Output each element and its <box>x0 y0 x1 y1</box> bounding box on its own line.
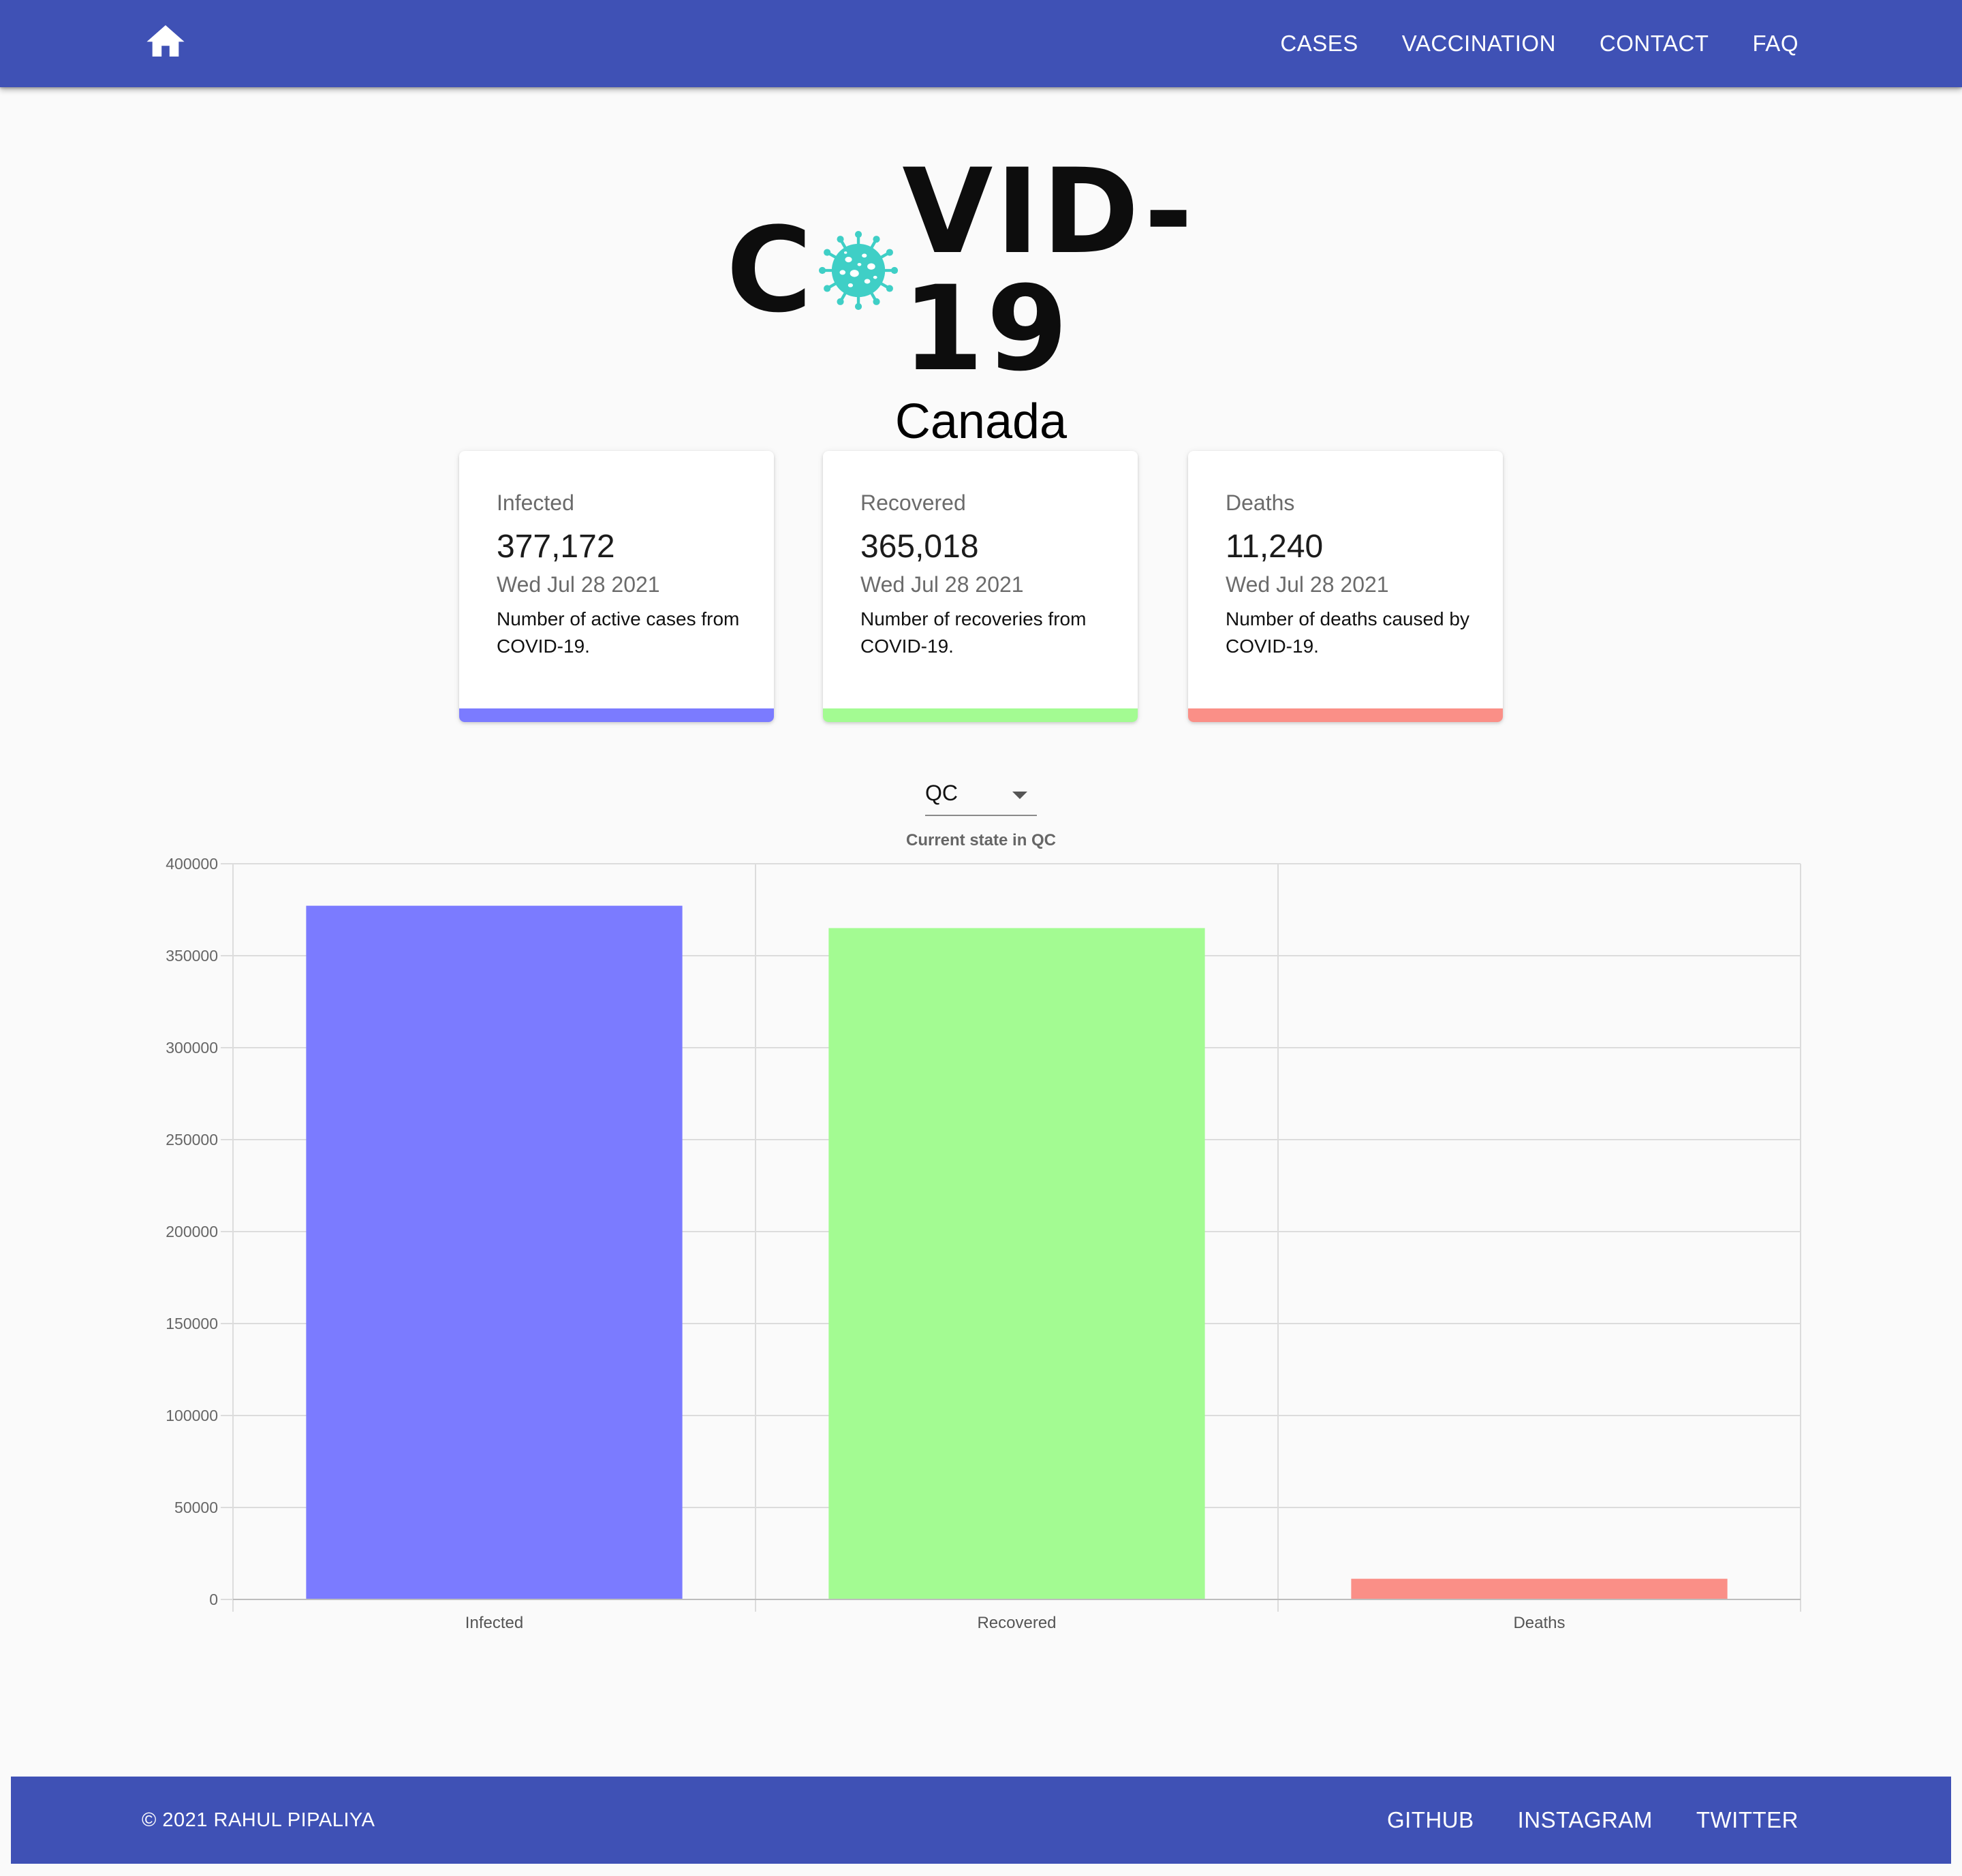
home-icon <box>146 25 185 57</box>
region-select-value: QC <box>925 781 958 805</box>
deaths-card: Deaths 11,240 Wed Jul 28 2021 Number of … <box>1188 451 1503 722</box>
covid-logo: C VID-19 <box>726 153 1237 388</box>
footer-link-twitter[interactable]: TWITTER <box>1696 1807 1798 1833</box>
y-tick-label: 400000 <box>166 855 218 873</box>
x-tick-label: Recovered <box>977 1614 1056 1632</box>
footer-links: GITHUB INSTAGRAM TWITTER <box>1343 1777 1798 1864</box>
card-color-bar <box>823 708 1138 722</box>
card-color-bar <box>459 708 774 722</box>
chart-title: Current state in QC <box>906 831 1056 849</box>
card-value: 11,240 <box>1226 529 1324 565</box>
nav-link-faq[interactable]: FAQ <box>1752 31 1798 57</box>
y-tick-label: 50000 <box>174 1499 218 1516</box>
card-description: Number of deaths caused by COVID-19. <box>1226 608 1469 657</box>
x-tick-label: Deaths <box>1513 1614 1565 1632</box>
x-tick-label: Infected <box>465 1614 523 1632</box>
logo-text-start: C <box>726 202 815 339</box>
card-date: Wed Jul 28 2021 <box>497 572 660 597</box>
nav-link-cases[interactable]: CASES <box>1280 31 1358 57</box>
card-description: Number of active cases from COVID-19. <box>497 608 740 657</box>
recovered-card: Recovered 365,018 Wed Jul 28 2021 Number… <box>823 451 1138 722</box>
chevron-down-icon <box>1012 792 1027 799</box>
nav-link-contact[interactable]: CONTACT <box>1600 31 1709 57</box>
top-navbar: CASES VACCINATION CONTACT FAQ <box>0 0 1962 87</box>
card-date: Wed Jul 28 2021 <box>1226 572 1389 597</box>
y-tick-label: 0 <box>209 1591 218 1608</box>
y-tick-label: 100000 <box>166 1407 218 1424</box>
card-date: Wed Jul 28 2021 <box>860 572 1024 597</box>
bar-chart: Current state in QC 0 50000 100000 150000 200… <box>166 831 1801 1632</box>
bar-infected[interactable] <box>306 905 683 1599</box>
footer-link-instagram[interactable]: INSTAGRAM <box>1518 1807 1653 1833</box>
y-tick-label: 250000 <box>166 1131 218 1148</box>
footer-link-github[interactable]: GITHUB <box>1387 1807 1474 1833</box>
logo-text-end: VID-19 <box>902 143 1196 397</box>
footer: © 2021 RAHUL PIPALIYA GITHUB INSTAGRAM T… <box>11 1777 1951 1864</box>
home-button[interactable] <box>143 20 188 61</box>
card-color-bar <box>1188 708 1503 722</box>
nav-links: CASES VACCINATION CONTACT FAQ <box>1236 0 1798 87</box>
y-tick-label: 300000 <box>166 1039 218 1057</box>
footer-copyright: © 2021 RAHUL PIPALIYA <box>142 1809 375 1831</box>
y-tick-label: 350000 <box>166 947 218 965</box>
card-description: Number of recoveries from COVID-19. <box>860 608 1087 657</box>
card-value: 365,018 <box>860 529 979 565</box>
card-title: Infected <box>497 490 574 515</box>
infected-card: Infected 377,172 Wed Jul 28 2021 Number … <box>459 451 774 722</box>
card-value: 377,172 <box>497 529 615 565</box>
nav-link-vaccination[interactable]: VACCINATION <box>1402 31 1556 57</box>
card-title: Recovered <box>860 490 966 515</box>
y-tick-label: 200000 <box>166 1223 218 1240</box>
card-title: Deaths <box>1226 490 1295 515</box>
virus-icon <box>819 230 899 311</box>
bar-recovered[interactable] <box>828 928 1205 1599</box>
region-select[interactable]: QC <box>925 777 1037 816</box>
bar-deaths[interactable] <box>1351 1578 1728 1599</box>
country-title: Canada <box>894 394 1068 449</box>
y-tick-label: 150000 <box>166 1315 218 1332</box>
